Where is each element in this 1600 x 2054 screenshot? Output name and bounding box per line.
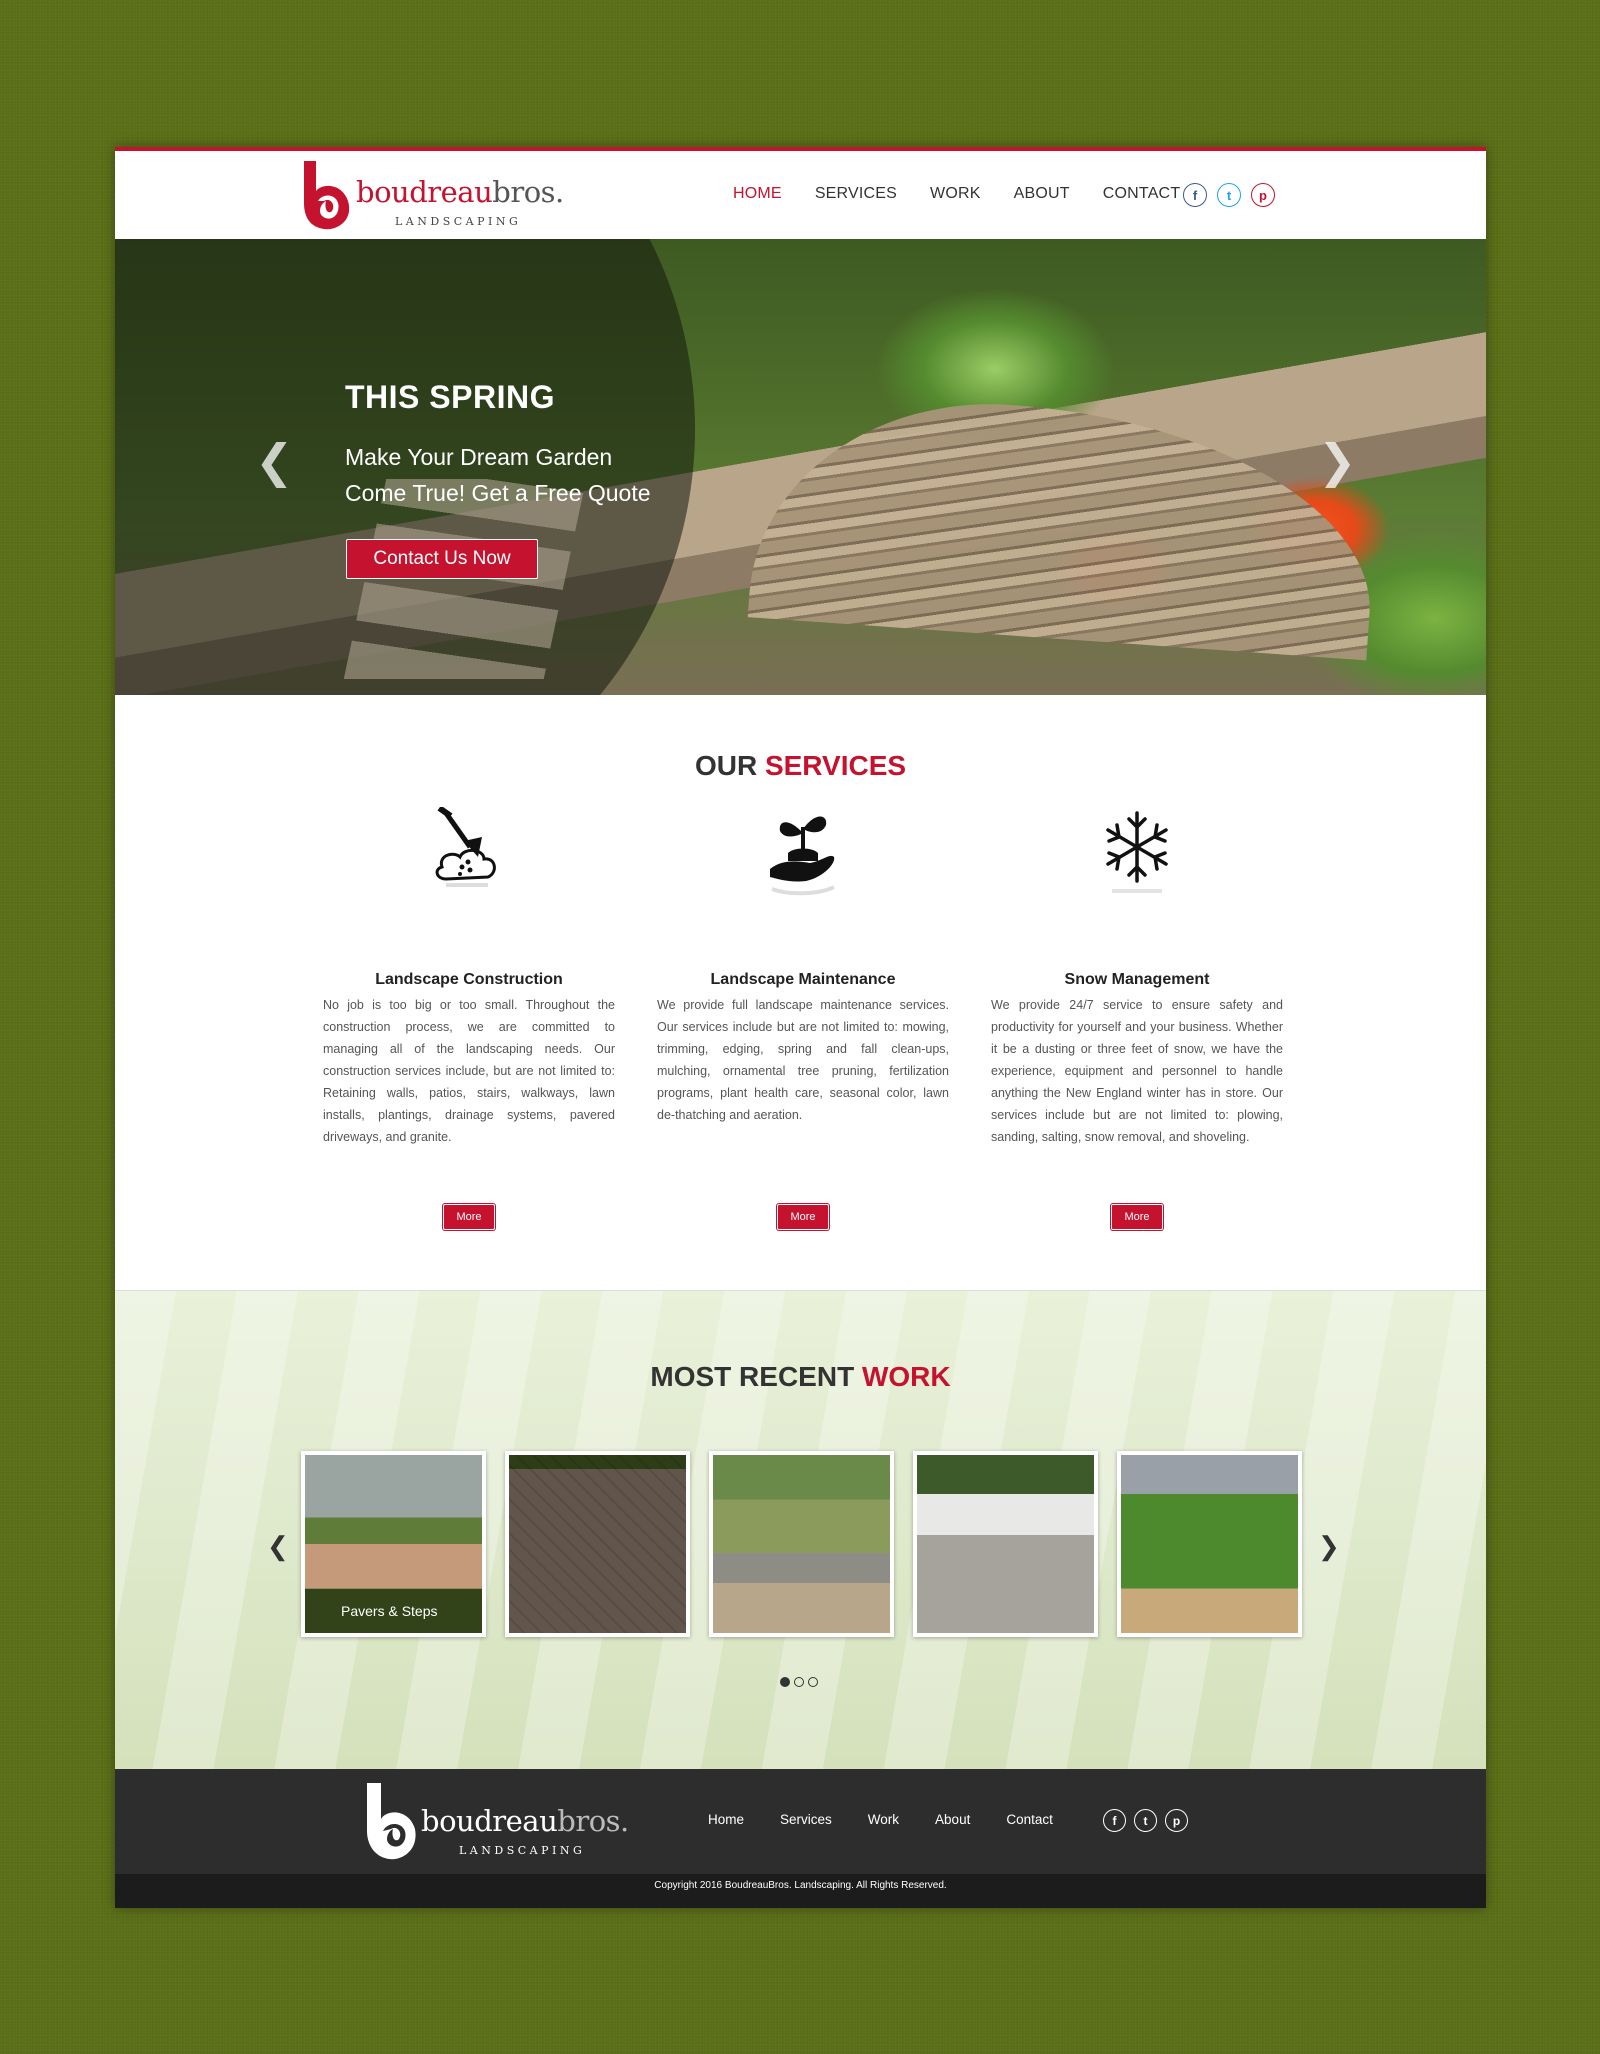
service-card-snow: Snow Management We provide 24/7 service … (991, 807, 1283, 1230)
work-next-arrow-icon[interactable]: ❯ (1318, 1531, 1340, 1562)
snowflake-icon (1106, 811, 1168, 893)
hero-stone-wall-image (747, 387, 1383, 661)
more-button[interactable]: More (777, 1204, 829, 1230)
footer-nav-services[interactable]: Services (780, 1812, 832, 1827)
work-thumbnail[interactable] (1117, 1451, 1302, 1637)
footer-nav-work[interactable]: Work (868, 1812, 899, 1827)
carousel-pagination (780, 1677, 818, 1687)
work-thumbnail[interactable] (505, 1451, 690, 1637)
logo-b-icon (304, 161, 350, 230)
service-title: Landscape Construction (375, 971, 563, 988)
recent-work-section: MOST RECENT WORK ❮ Pavers & Steps ❯ (115, 1291, 1486, 1771)
main-nav: HOME SERVICES WORK ABOUT CONTACT (733, 185, 1213, 203)
logo-tagline: LANDSCAPING (395, 215, 522, 228)
more-button[interactable]: More (1111, 1204, 1163, 1230)
hero-title: THIS SPRING (345, 379, 555, 415)
service-description: No job is too big or too small. Througho… (323, 998, 615, 1144)
work-thumbnail[interactable] (913, 1451, 1098, 1637)
nav-work[interactable]: WORK (930, 185, 981, 203)
logo-b-icon (367, 1783, 416, 1860)
service-card-maintenance: Landscape Maintenance We provide full la… (657, 807, 949, 1230)
work-prev-arrow-icon[interactable]: ❮ (267, 1531, 289, 1562)
site-header: boudreaubros. LANDSCAPING HOME SERVICES … (115, 147, 1486, 239)
service-card-construction: Landscape Construction No job is too big… (323, 807, 615, 1230)
pinterest-icon[interactable]: p (1165, 1809, 1188, 1832)
contact-us-button[interactable]: Contact Us Now (346, 539, 538, 579)
service-title: Landscape Maintenance (710, 971, 896, 988)
work-carousel: Pavers & Steps (301, 1451, 1302, 1637)
nav-home[interactable]: HOME (733, 185, 782, 203)
service-description: We provide 24/7 service to ensure safety… (991, 998, 1283, 1144)
service-description: We provide full landscape maintenance se… (657, 998, 949, 1122)
nav-services[interactable]: SERVICES (815, 185, 897, 203)
hero-subtitle: Make Your Dream Garden Come True! Get a … (345, 444, 651, 506)
twitter-icon[interactable]: t (1217, 183, 1241, 207)
logo-wordmark: boudreaubros. (421, 1804, 629, 1838)
footer-logo[interactable]: boudreaubros. LANDSCAPING (363, 1779, 629, 1865)
pinterest-icon[interactable]: p (1251, 183, 1275, 207)
copyright-text: Copyright 2016 BoudreauBros. Landscaping… (115, 1874, 1486, 1908)
brand-logo[interactable]: boudreaubros. LANDSCAPING (298, 157, 564, 233)
work-thumbnail[interactable]: Pavers & Steps (301, 1451, 486, 1637)
footer-social-links: f t p (1103, 1809, 1188, 1832)
pagination-dot[interactable] (794, 1677, 804, 1687)
site-footer: boudreaubros. LANDSCAPING Home Services … (115, 1769, 1486, 1874)
nav-contact[interactable]: CONTACT (1103, 185, 1181, 203)
footer-nav-about[interactable]: About (935, 1812, 970, 1827)
twitter-icon[interactable]: t (1134, 1809, 1157, 1832)
work-heading: MOST RECENT WORK (650, 1361, 951, 1392)
plant-in-hand-icon (770, 816, 835, 896)
facebook-icon[interactable]: f (1183, 183, 1207, 207)
footer-nav-home[interactable]: Home (708, 1812, 744, 1827)
pagination-dot-active[interactable] (780, 1677, 790, 1687)
nav-about[interactable]: ABOUT (1014, 185, 1070, 203)
hero-next-arrow-icon[interactable]: ❯ (1318, 434, 1357, 488)
social-links: f t p (1183, 183, 1275, 207)
hero-prev-arrow-icon[interactable]: ❮ (255, 434, 294, 488)
service-title: Snow Management (1064, 971, 1210, 988)
pagination-dot[interactable] (808, 1677, 818, 1687)
services-heading: OUR SERVICES (694, 750, 907, 781)
website-frame: boudreaubros. LANDSCAPING HOME SERVICES … (115, 147, 1486, 1908)
footer-nav: Home Services Work About Contact (708, 1812, 1089, 1827)
logo-tagline: LANDSCAPING (459, 1844, 586, 1857)
thumbnail-caption: Pavers & Steps (305, 1589, 482, 1633)
footer-nav-contact[interactable]: Contact (1006, 1812, 1053, 1827)
services-section: OUR SERVICES Landscape Construction No j… (115, 695, 1486, 1291)
shovel-icon (435, 807, 496, 887)
work-thumbnail[interactable] (709, 1451, 894, 1637)
hero-slider: THIS SPRING Make Your Dream Garden Come … (115, 239, 1486, 695)
facebook-icon[interactable]: f (1103, 1809, 1126, 1832)
logo-wordmark: boudreaubros. (356, 175, 564, 209)
more-button[interactable]: More (443, 1204, 495, 1230)
